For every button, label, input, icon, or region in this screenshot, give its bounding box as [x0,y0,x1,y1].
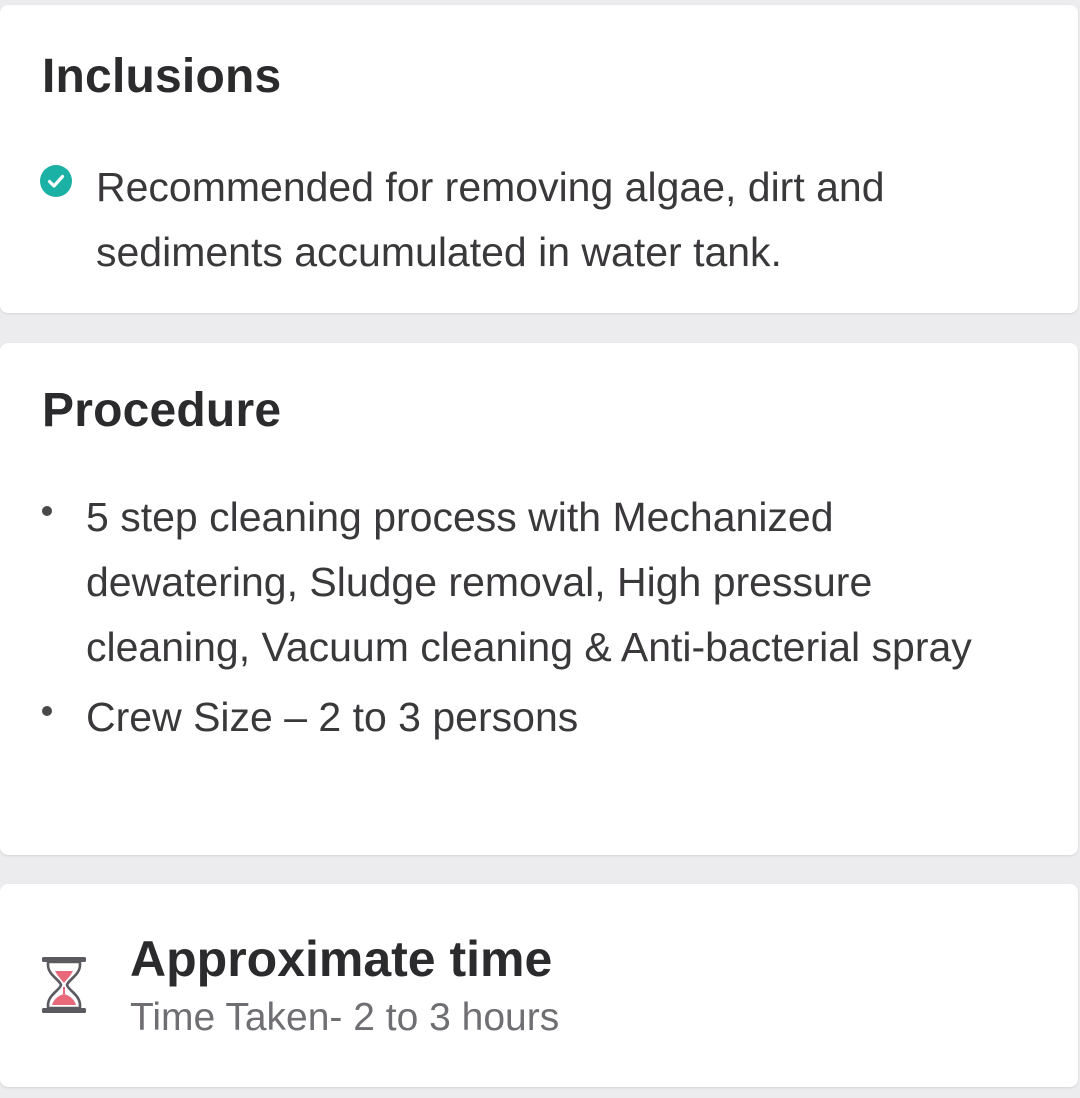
time-taken-text: Time Taken- 2 to 3 hours [130,996,560,1039]
inclusion-text: Recommended for removing algae, dirt and… [96,164,885,275]
inclusions-title: Inclusions [42,50,282,103]
procedure-title: Procedure [42,384,282,437]
hourglass-icon [42,957,86,1013]
inclusions-card: Inclusions Recommended for removing alga… [0,5,1078,313]
approximate-time-title: Approximate time [130,931,553,987]
bullet-icon [42,506,52,516]
procedure-item-text: Crew Size – 2 to 3 persons [86,694,579,740]
bullet-icon [42,706,52,716]
procedure-card: Procedure 5 step cleaning process with M… [0,343,1078,855]
approximate-time-card: Approximate time Time Taken- 2 to 3 hour… [0,884,1078,1087]
procedure-item-text: 5 step cleaning process with Mechanized … [86,494,972,670]
check-circle-icon [40,165,72,197]
procedure-list: 5 step cleaning process with Mechanized … [40,485,1040,750]
procedure-item: 5 step cleaning process with Mechanized … [40,485,1040,680]
procedure-item: Crew Size – 2 to 3 persons [40,685,1040,750]
